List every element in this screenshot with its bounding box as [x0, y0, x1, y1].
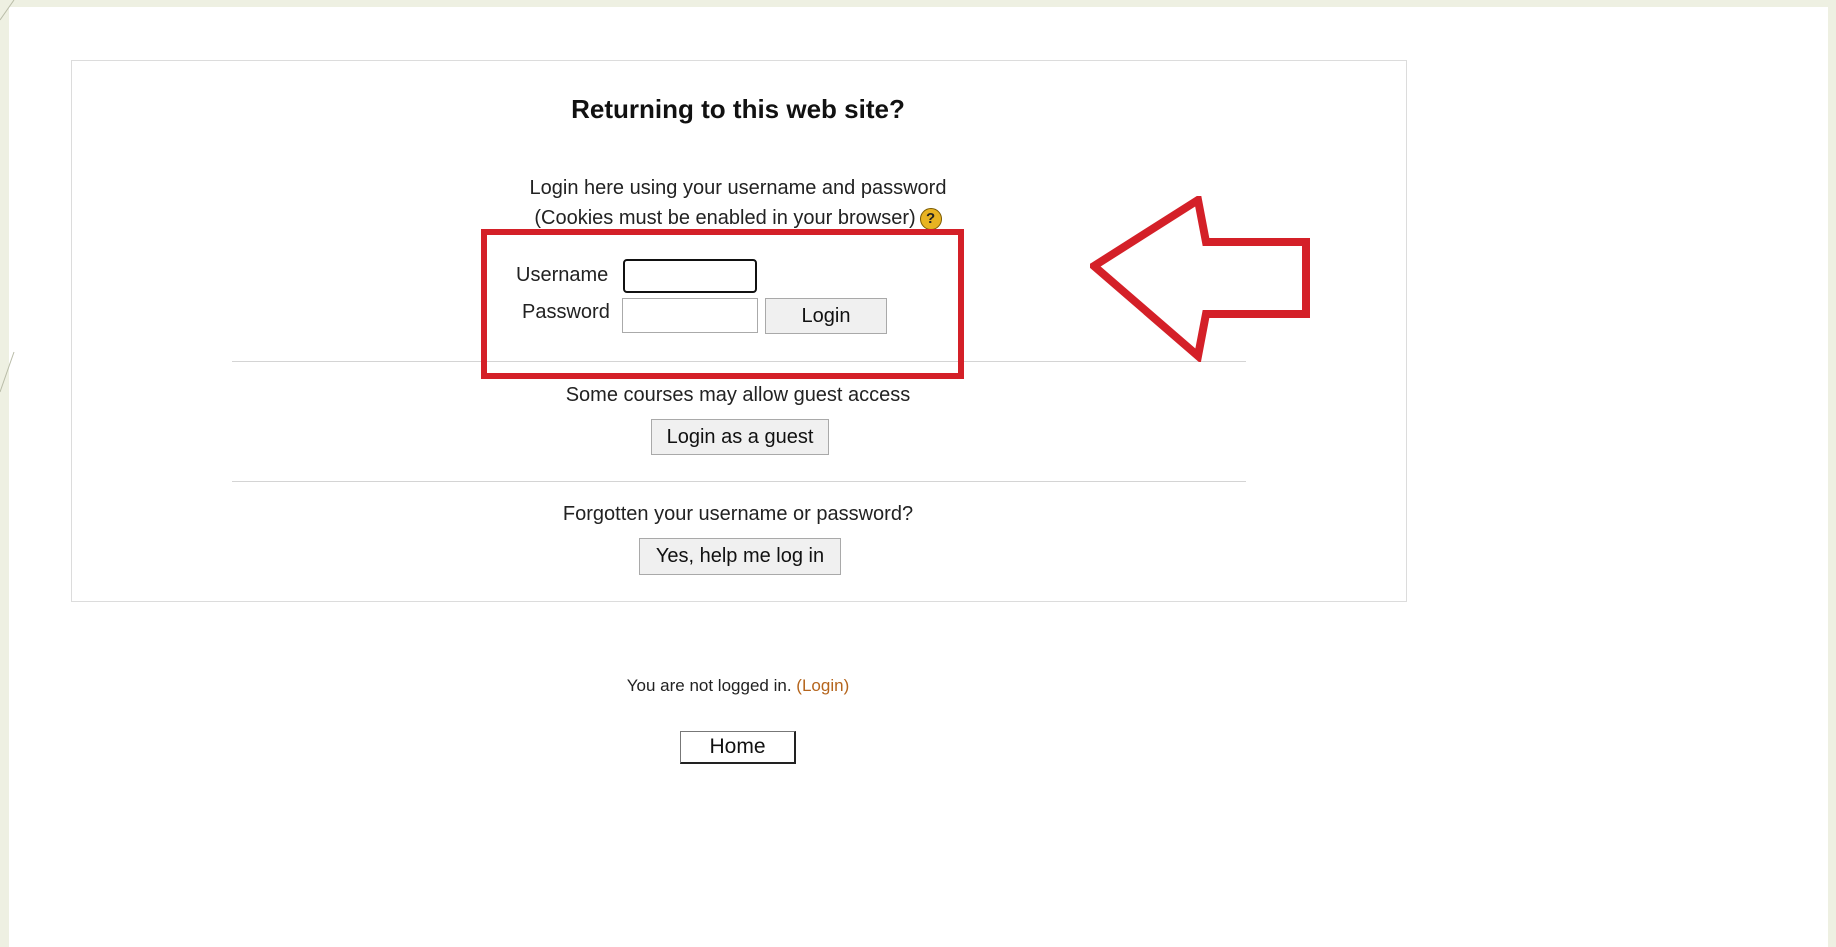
divider	[232, 481, 1246, 482]
login-title: Returning to this web site?	[571, 94, 905, 124]
question-icon[interactable]: ?	[919, 207, 942, 230]
login-as-guest-button[interactable]: Login as a guest	[651, 419, 829, 455]
home-button[interactable]: Home	[680, 731, 796, 764]
paren-close: )	[843, 676, 850, 695]
slide-right-strip	[1828, 0, 1836, 947]
highlight-box	[481, 229, 964, 379]
left-arrow-outline-icon	[1090, 196, 1310, 362]
help-me-log-in-button[interactable]: Yes, help me log in	[639, 538, 841, 575]
footer-login-link[interactable]: Login	[802, 676, 844, 695]
forgot-credentials-text: Forgotten your username or password?	[562, 503, 914, 525]
slide-top-strip	[0, 0, 1836, 7]
cookie-notice-text: (Cookies must be enabled in your browser…	[534, 207, 916, 229]
slide-decoration-lines	[0, 0, 15, 393]
guest-access-text: Some courses may allow guest access	[565, 384, 911, 406]
login-status-text: You are not logged in.	[626, 676, 792, 695]
login-status: You are not logged in. (Login)	[0, 676, 1476, 696]
